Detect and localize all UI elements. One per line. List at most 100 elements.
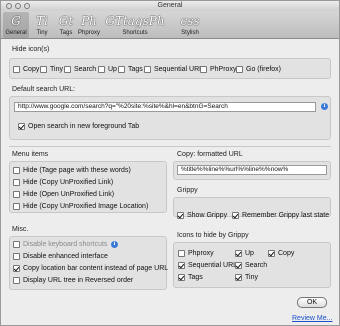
checkbox-label: Disable keyboard shortcuts xyxy=(23,241,108,248)
checkbox-label: Copy location bar content instead of pag… xyxy=(23,265,169,272)
toolbar-tab-label: Phproxy xyxy=(77,30,100,36)
remember-grippy-state-checkbox[interactable]: Remember Grippy last state xyxy=(232,212,329,219)
zoom-window-button[interactable] xyxy=(24,3,30,9)
checkbox-label: Hide (Copy UnProxified Link) xyxy=(23,179,114,186)
grippy-hide-search-checkbox[interactable]: Search xyxy=(235,262,267,269)
grippy-hide-tiny-checkbox[interactable]: Tiny xyxy=(235,274,258,281)
checkbox-label: Copy xyxy=(278,250,295,257)
checkbox-label: Search xyxy=(245,262,268,269)
hide-tage-page-checkbox[interactable]: Hide (Tage page with these words) xyxy=(13,167,131,174)
toolbar-tab-label: Tiny xyxy=(36,30,48,36)
checkbox-box xyxy=(235,250,242,257)
toolbar-tab-label: Shortcuts xyxy=(122,30,148,36)
checkbox-box xyxy=(13,265,20,272)
copy-formatted-url-input[interactable]: %title%%line%%url%%line%%now% xyxy=(177,165,327,175)
grippy-icons-heading: Icons to hide by Grippy xyxy=(177,232,249,239)
checkbox-label: Display URL tree in Reversed order xyxy=(23,277,134,284)
checkbox-label: Tiny xyxy=(245,274,258,281)
checkbox-label: Search xyxy=(74,66,97,73)
checkbox-label: Tiny xyxy=(50,66,63,73)
toolbar-tab-label: Stylish xyxy=(181,30,199,36)
default-search-url-heading: Default search URL: xyxy=(12,86,76,93)
checkbox-box xyxy=(200,66,207,73)
checkbox-box xyxy=(268,250,275,257)
checkbox-box xyxy=(144,66,151,73)
ok-button[interactable]: OK xyxy=(297,297,327,308)
checkbox-label: Remember Grippy last state xyxy=(242,212,330,219)
show-grippy-checkbox[interactable]: Show Grippy xyxy=(177,212,227,219)
review-me-link[interactable]: Review Me... xyxy=(292,315,332,322)
search-url-info-icon[interactable]: i xyxy=(321,103,328,110)
checkbox-box xyxy=(235,274,242,281)
checkbox-label: PhProxy xyxy=(210,66,237,73)
checkbox-box xyxy=(13,241,20,248)
grippy-hide-phproxy-checkbox[interactable]: Phproxy xyxy=(178,250,214,257)
checkbox-box xyxy=(13,277,20,284)
checkbox-box xyxy=(178,250,185,257)
disable-enhanced-interface-checkbox[interactable]: Disable enhanced interface xyxy=(13,253,108,260)
toolbar-tab-tiny[interactable]: Ti Tiny xyxy=(29,12,55,38)
checkbox-box xyxy=(232,212,239,219)
hide-tags-checkbox[interactable]: Tags xyxy=(118,66,143,73)
checkbox-box xyxy=(13,203,20,210)
misc-heading: Misc. xyxy=(12,226,29,233)
checkbox-box xyxy=(118,66,125,73)
keyboard-shortcuts-info-icon[interactable]: i xyxy=(111,241,118,248)
hide-phproxy-checkbox[interactable]: PhProxy xyxy=(200,66,236,73)
search-url-input[interactable]: http://www.google.com/search?q="%20site:… xyxy=(14,102,316,112)
hide-copy-unproxified-link-checkbox[interactable]: Hide (Copy UnProxified Link) xyxy=(13,179,113,186)
open-search-new-tab-checkbox[interactable]: Open search in new foreground Tab xyxy=(18,123,139,130)
checkbox-box xyxy=(235,262,242,269)
checkbox-label: Tags xyxy=(128,66,143,73)
checkbox-label: Sequential URL xyxy=(188,262,238,269)
checkbox-label: Up xyxy=(245,250,254,257)
toolbar-tab-phproxy[interactable]: Ph Phproxy xyxy=(74,12,104,38)
minimize-window-button[interactable] xyxy=(15,3,21,9)
checkbox-box xyxy=(13,179,20,186)
checkbox-label: Copy xyxy=(23,66,40,73)
stylish-icon: css xyxy=(180,14,200,28)
hide-go-firefox-checkbox[interactable]: Go (firefox) xyxy=(236,66,281,73)
hide-icons-heading: Hide icon(s) xyxy=(12,46,50,53)
toolbar-tab-stylish[interactable]: css Stylish xyxy=(173,12,207,38)
checkbox-label: Open search in new foreground Tab xyxy=(28,123,140,130)
hide-sequential-url-checkbox[interactable]: Sequential URL xyxy=(144,66,203,73)
hide-open-unproxified-link-checkbox[interactable]: Hide (Open UnProxified Link) xyxy=(13,191,114,198)
disable-keyboard-shortcuts-checkbox[interactable]: Disable keyboard shortcuts xyxy=(13,241,107,248)
preferences-window: General G General Ti Tiny Gt Tags Ph Php… xyxy=(0,0,340,326)
grippy-hide-sequential-url-checkbox[interactable]: Sequential URL xyxy=(178,262,237,269)
toolbar-tab-general[interactable]: G General xyxy=(3,12,29,38)
section-divider xyxy=(9,146,331,147)
checkbox-box xyxy=(178,262,185,269)
toolbar-tab-label: General xyxy=(5,30,27,36)
grippy-hide-up-checkbox[interactable]: Up xyxy=(235,250,254,257)
checkbox-box xyxy=(178,274,185,281)
checkbox-label: Up xyxy=(108,66,117,73)
checkbox-box xyxy=(13,66,20,73)
toolbar-tab-shortcuts[interactable]: GTtagsPh Shortcuts xyxy=(105,12,165,38)
hide-copy-checkbox[interactable]: Copy xyxy=(13,66,39,73)
hide-copy-unproxified-image-checkbox[interactable]: Hide (Copy UnProxified Image Location) xyxy=(13,203,148,210)
tiny-icon: Ti xyxy=(36,14,48,28)
checkbox-box xyxy=(177,212,184,219)
general-pane: Hide icon(s) Copy Tiny Search Up Tags Se… xyxy=(1,40,339,326)
checkbox-label: Disable enhanced interface xyxy=(23,253,108,260)
grippy-hide-tags-checkbox[interactable]: Tags xyxy=(178,274,203,281)
checkbox-box xyxy=(18,123,25,130)
checkbox-label: Hide (Open UnProxified Link) xyxy=(23,191,115,198)
checkbox-label: Show Grippy xyxy=(187,212,228,219)
hide-search-checkbox[interactable]: Search xyxy=(64,66,96,73)
hide-up-checkbox[interactable]: Up xyxy=(98,66,117,73)
checkbox-box xyxy=(236,66,243,73)
checkbox-box xyxy=(64,66,71,73)
toolbar: G General Ti Tiny Gt Tags Ph Phproxy GTt… xyxy=(1,11,339,39)
display-url-tree-reversed-checkbox[interactable]: Display URL tree in Reversed order xyxy=(13,277,133,284)
general-icon: G xyxy=(11,14,21,28)
checkbox-box xyxy=(98,66,105,73)
grippy-hide-copy-checkbox[interactable]: Copy xyxy=(268,250,294,257)
hide-tiny-checkbox[interactable]: Tiny xyxy=(40,66,63,73)
copy-location-bar-checkbox[interactable]: Copy location bar content instead of pag… xyxy=(13,265,168,272)
close-window-button[interactable] xyxy=(6,3,12,9)
checkbox-label: Phproxy xyxy=(188,250,214,257)
window-title: General xyxy=(157,2,183,9)
